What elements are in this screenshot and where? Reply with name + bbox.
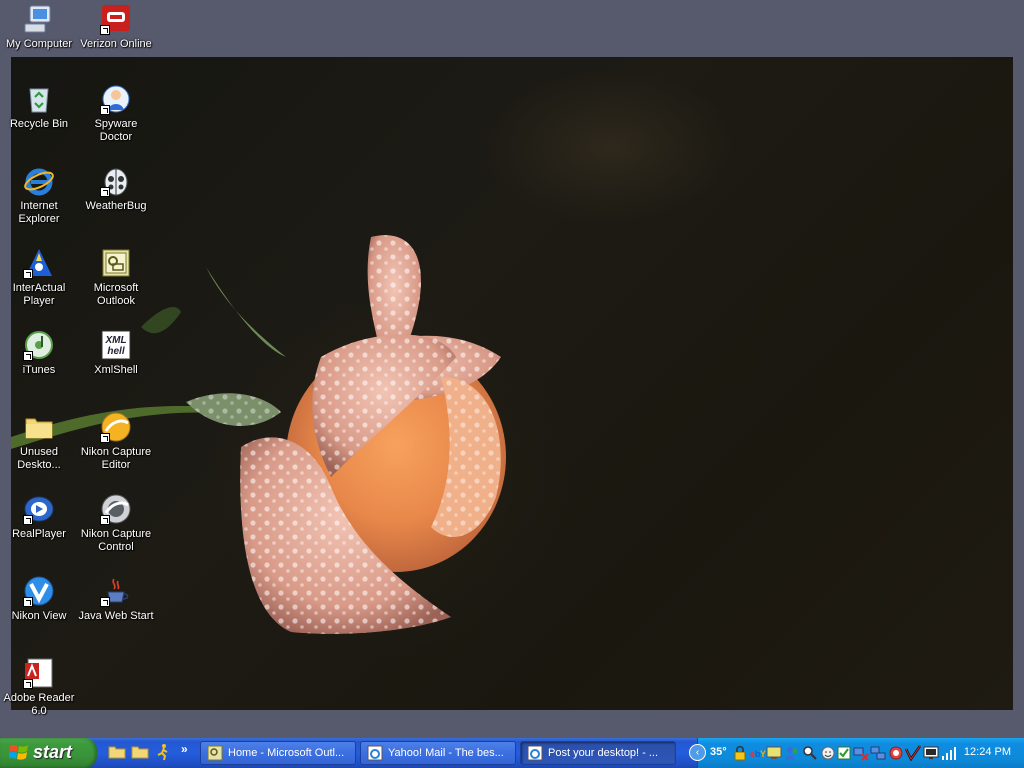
icon-label: Nikon Capture Editor <box>80 446 152 471</box>
icon-label: iTunes <box>22 364 56 376</box>
ie-icon <box>527 745 543 761</box>
clock[interactable]: 12:24 PM <box>964 746 1011 758</box>
desktop-icon-unused-desktop[interactable]: Unused Deskto... <box>1 411 77 472</box>
desktop-icon-itunes[interactable]: iTunes <box>1 329 77 377</box>
task-label: Post your desktop! - ... <box>548 747 659 759</box>
icon-label: Internet Explorer <box>18 200 60 225</box>
icon-label: RealPlayer <box>12 528 66 540</box>
desktop-icon-xmlshell[interactable]: XML hell XmlShell <box>78 329 154 377</box>
tray-expand-chevron[interactable]: ‹ <box>689 744 706 761</box>
icon-label: Verizon Online <box>80 38 152 50</box>
desktop-icon-verizon-online[interactable]: Verizon Online <box>78 3 154 51</box>
task-button-outlook[interactable]: Home - Microsoft Outl... <box>200 741 356 765</box>
icon-label: Nikon View <box>11 610 67 622</box>
icon-label: WeatherBug <box>85 200 147 212</box>
nikon-view-icon <box>23 575 55 607</box>
verizon-icon <box>100 3 132 35</box>
icon-label: Java Web Start <box>78 610 154 622</box>
verizon-check-icon[interactable] <box>905 745 921 761</box>
icon-label: My Computer <box>5 38 73 50</box>
icon-label: XmlShell <box>94 364 138 376</box>
desktop-icon-java-web-start[interactable]: Java Web Start <box>78 575 154 623</box>
desktop-icon-nikon-view[interactable]: Nikon View <box>1 575 77 623</box>
svg-text:XML: XML <box>104 335 126 346</box>
icon-label: Adobe Reader 6.0 <box>3 692 75 717</box>
desktop-icon-nikon-capture-control[interactable]: Nikon Capture Control <box>78 493 154 554</box>
folder-icon[interactable] <box>108 743 126 761</box>
start-label: start <box>33 742 73 762</box>
weatherbug-temperature[interactable]: 35° <box>710 746 727 758</box>
icon-label: Nikon Capture Control <box>80 528 152 553</box>
icon-label: Spyware Doctor <box>94 118 138 143</box>
ie-icon <box>23 165 55 197</box>
windows-logo-icon <box>9 744 28 760</box>
task-button-post-desktop[interactable]: Post your desktop! - ... <box>520 741 676 765</box>
task-label: Yahoo! Mail - The bes... <box>388 747 504 759</box>
folder-icon[interactable] <box>131 743 149 761</box>
interactual-player-icon <box>23 247 55 279</box>
system-tray: ‹ 35° ebY 12:24 PM <box>689 738 1024 768</box>
outlook-icon <box>207 745 223 761</box>
icon-label: Unused Deskto... <box>17 446 61 471</box>
network-icon[interactable] <box>870 745 886 761</box>
svg-text:hell: hell <box>107 346 124 357</box>
folder-icon <box>23 411 55 443</box>
desktop-icon-interactual-player[interactable]: InterActual Player <box>1 247 77 308</box>
antivirus-icon[interactable] <box>888 745 904 761</box>
computer-icon <box>23 3 55 35</box>
monitor-icon[interactable] <box>766 745 782 761</box>
weatherbug-icon <box>100 165 132 197</box>
desktop-icon-nikon-capture-editor[interactable]: Nikon Capture Editor <box>78 411 154 472</box>
rose-photo <box>11 235 506 634</box>
java-cup-icon <box>100 575 132 607</box>
ie-icon <box>367 745 383 761</box>
task-button-yahoo-mail[interactable]: Yahoo! Mail - The bes... <box>360 741 516 765</box>
xmlshell-icon: XML hell <box>100 329 132 361</box>
recycle-bin-icon <box>23 83 55 115</box>
icon-label: Microsoft Outlook <box>93 282 139 307</box>
desktop-icon-my-computer[interactable]: My Computer <box>1 3 77 51</box>
quick-launch-overflow[interactable]: » <box>181 742 188 756</box>
nikon-capture-control-icon <box>100 493 132 525</box>
taskbar: start » Home - Microsoft Outl... Yahoo! … <box>0 738 1024 768</box>
lock-icon[interactable] <box>732 745 748 761</box>
desktop-icon-spyware-doctor[interactable]: Spyware Doctor <box>78 83 154 144</box>
adobe-reader-icon <box>23 657 55 689</box>
display-icon[interactable] <box>923 745 939 761</box>
users-icon[interactable] <box>784 745 800 761</box>
start-button[interactable]: start <box>0 738 97 768</box>
smiley-icon[interactable] <box>820 745 836 761</box>
itunes-icon <box>23 329 55 361</box>
realplayer-icon <box>23 493 55 525</box>
icon-label: InterActual Player <box>12 282 66 307</box>
signal-strength-icon[interactable] <box>941 745 957 761</box>
task-label: Home - Microsoft Outl... <box>228 747 345 759</box>
network-error-icon[interactable] <box>853 745 869 761</box>
search-icon[interactable] <box>802 745 818 761</box>
spyware-doctor-icon <box>100 83 132 115</box>
outlook-icon <box>100 247 132 279</box>
aim-runner-icon[interactable] <box>154 743 172 761</box>
desktop-icon-adobe-reader[interactable]: Adobe Reader 6.0 <box>1 657 77 718</box>
nikon-capture-editor-icon <box>100 411 132 443</box>
desktop-icon-internet-explorer[interactable]: Internet Explorer <box>1 165 77 226</box>
ebay-icon[interactable]: ebY <box>750 745 766 761</box>
checkbox-icon[interactable] <box>836 745 852 761</box>
desktop-icon-recycle-bin[interactable]: Recycle Bin <box>1 83 77 131</box>
icon-label: Recycle Bin <box>9 118 69 130</box>
desktop-wallpaper <box>11 57 1013 710</box>
desktop-icon-microsoft-outlook[interactable]: Microsoft Outlook <box>78 247 154 308</box>
desktop-icon-realplayer[interactable]: RealPlayer <box>1 493 77 541</box>
desktop-icon-weatherbug[interactable]: WeatherBug <box>78 165 154 213</box>
